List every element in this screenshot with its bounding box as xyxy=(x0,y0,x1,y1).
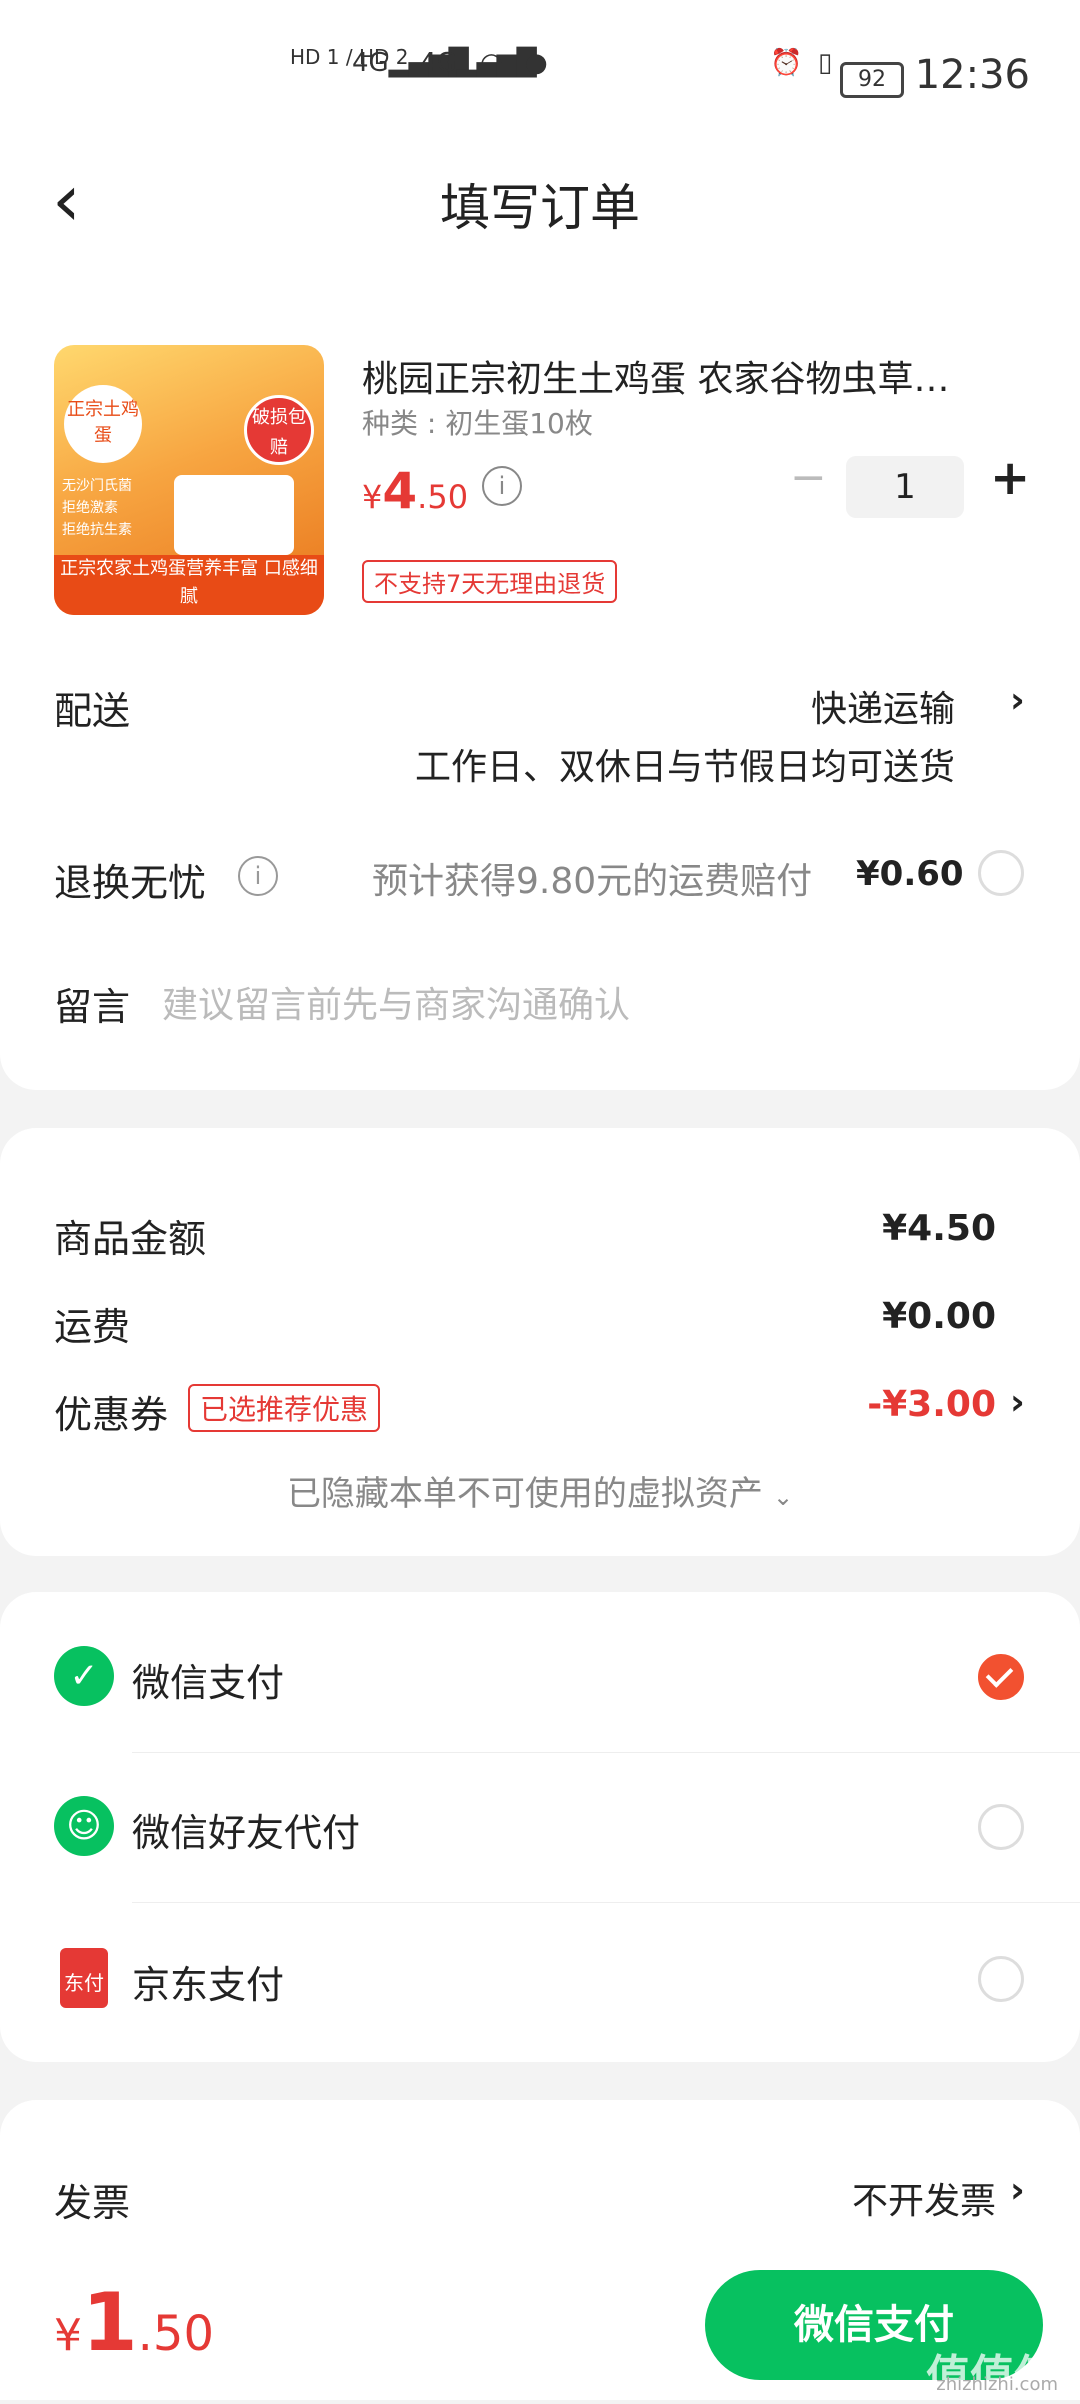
message-label: 留言 xyxy=(54,985,131,1029)
page-title: 填写订单 xyxy=(440,179,640,237)
bottom-bar: ¥1.50 微信支付 xyxy=(0,2250,1080,2400)
product-image-badge: 破损包赔 xyxy=(244,395,314,465)
return-policy-tag: 不支持7天无理由退货 xyxy=(362,560,618,603)
return-insurance-price: ¥0.60 xyxy=(856,854,964,894)
payment-radio-friend[interactable] xyxy=(978,1804,1024,1850)
chevron-right-icon[interactable]: › xyxy=(1010,1382,1025,1423)
signal-icon-2: 4G▂▄▆█ xyxy=(420,48,537,78)
coupon-tag: 已选推荐优惠 xyxy=(188,1384,381,1432)
quantity-input[interactable]: 1 xyxy=(846,456,964,518)
wechat-friend-pay-icon: ☺ xyxy=(54,1796,114,1856)
total-price: ¥1.50 xyxy=(54,2276,215,2369)
chat-icon: ● xyxy=(525,48,548,78)
return-insurance-label: 退换无忧 xyxy=(54,861,207,905)
shipping-value: ¥0.00 xyxy=(882,1296,996,1337)
payment-option-label[interactable]: 微信好友代付 xyxy=(132,1802,360,1857)
wifi-icon: ◠ xyxy=(480,48,503,78)
goods-amount-value: ¥4.50 xyxy=(882,1208,996,1249)
divider xyxy=(132,1752,1080,1753)
coupon-value[interactable]: -¥3.00 xyxy=(867,1384,996,1425)
coupon-label: 优惠券 xyxy=(54,1393,169,1437)
delivery-label: 配送 xyxy=(54,689,131,733)
product-image-band: 正宗农家土鸡蛋营养丰富 口感细腻 xyxy=(54,555,324,615)
wechat-pay-icon: ✓ xyxy=(54,1646,114,1706)
battery-indicator: 92 xyxy=(840,62,904,98)
product-price: ¥4.50 xyxy=(362,462,469,520)
invoice-value[interactable]: 不开发票 xyxy=(852,2172,996,2224)
payment-option-label[interactable]: 微信支付 xyxy=(132,1652,284,1707)
chevron-down-icon: ⌄ xyxy=(772,1483,794,1511)
vibrate-icon: ▯ xyxy=(818,48,833,78)
info-icon[interactable]: i xyxy=(482,466,522,506)
delivery-method[interactable]: 快递运输 xyxy=(811,680,955,732)
product-image-label: 正宗土鸡蛋 xyxy=(64,385,142,463)
alarm-icon: ⏰ xyxy=(770,48,803,78)
info-icon[interactable]: i xyxy=(238,856,278,896)
chevron-right-icon[interactable]: › xyxy=(1010,2170,1025,2211)
goods-amount-label: 商品金额 xyxy=(54,1217,207,1261)
page-header: ‹ 填写订单 xyxy=(0,150,1080,270)
invoice-label: 发票 xyxy=(54,2181,131,2225)
clock: 12:36 xyxy=(914,52,1030,98)
product-variant[interactable]: 种类 : 初生蛋10枚 xyxy=(362,402,593,442)
chevron-right-icon[interactable]: › xyxy=(1010,680,1025,721)
return-insurance-desc: 预计获得9.80元的运费赔付 xyxy=(372,861,813,902)
divider xyxy=(132,1902,1080,1903)
payment-radio-wechat[interactable] xyxy=(978,1654,1024,1700)
delivery-note: 工作日、双休日与节假日均可送货 xyxy=(414,747,955,788)
payment-option-label[interactable]: 京东支付 xyxy=(132,1954,284,2009)
status-bar: HD 1 / HD 2 4G▂▄▆█ 4G▂▄▆█ ◠ ● ⏰ ▯ 92 12:… xyxy=(0,0,1080,150)
product-title[interactable]: 桃园正宗初生土鸡蛋 农家谷物虫草… xyxy=(362,350,1012,402)
payment-radio-jd[interactable] xyxy=(978,1956,1024,2002)
jd-pay-icon: 东付 xyxy=(60,1948,108,2008)
return-insurance-radio[interactable] xyxy=(978,850,1024,896)
watermark-url: zhizhizhi.com xyxy=(936,2374,1058,2395)
shipping-label: 运费 xyxy=(54,1305,131,1349)
egg-tray xyxy=(174,475,294,555)
message-input[interactable]: 建议留言前先与商家沟通确认 xyxy=(162,976,630,1028)
hidden-assets-toggle[interactable]: 已隐藏本单不可使用的虚拟资产 ⌄ xyxy=(0,1466,1080,1515)
minus-button[interactable]: − xyxy=(790,452,827,503)
product-image[interactable]: 正宗土鸡蛋 破损包赔 无沙门氏菌 拒绝激素 拒绝抗生素 正宗农家土鸡蛋营养丰富 … xyxy=(54,345,324,615)
product-image-features: 无沙门氏菌 拒绝激素 拒绝抗生素 xyxy=(62,478,132,538)
plus-button[interactable]: + xyxy=(990,450,1030,506)
